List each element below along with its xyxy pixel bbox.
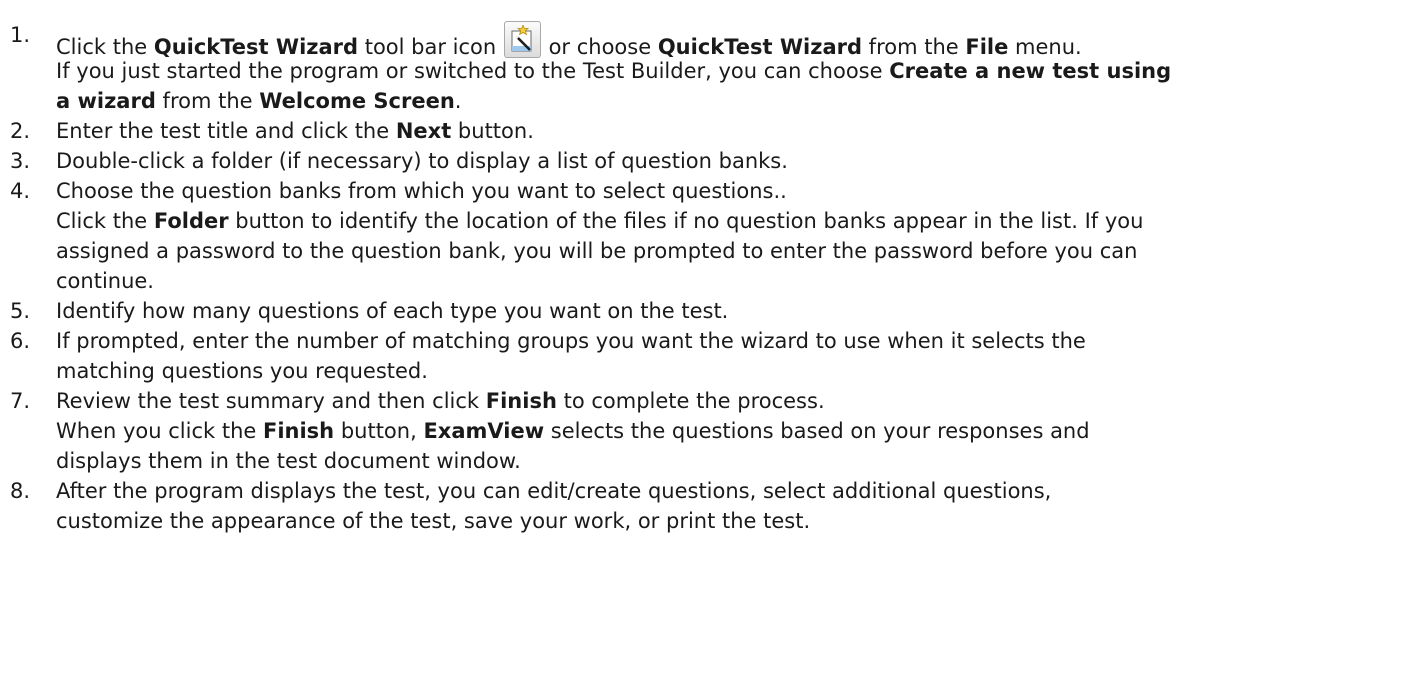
step-4-line-3: assigned a password to the question bank… (56, 239, 1138, 263)
quicktest-wizard-icon (503, 21, 541, 58)
step-1-line-3: a wizard from the Welcome Screen. (56, 89, 462, 113)
step-8-line-1: After the program displays the test, you… (56, 479, 1052, 503)
step-2-number: 2. (10, 119, 31, 143)
step-1-number: 1. (10, 23, 31, 47)
step-7-line-3: displays them in the test document windo… (56, 449, 521, 473)
step-4-line-4: continue. (56, 269, 154, 293)
step-2-line-1: Enter the test title and click the Next … (56, 119, 534, 143)
step-4-line-1: Choose the question banks from which you… (56, 179, 787, 203)
step-3-line-1: Double-click a folder (if necessary) to … (56, 149, 788, 173)
step-7-number: 7. (10, 389, 31, 413)
step-1-line-1: Click the QuickTest Wizard tool bar icon… (56, 21, 1082, 61)
step-4-line-2: Click the Folder button to identify the … (56, 209, 1144, 233)
instructions-document: 1. Click the QuickTest Wizard tool bar i… (0, 0, 1415, 696)
step-7-line-1: Review the test summary and then click F… (56, 389, 825, 413)
step-6-line-1: If prompted, enter the number of matchin… (56, 329, 1086, 353)
step-6-number: 6. (10, 329, 31, 353)
step-1-line-2: If you just started the program or switc… (56, 59, 1172, 83)
step-8-line-2: customize the appearance of the test, sa… (56, 509, 811, 533)
step-7-line-2: When you click the Finish button, ExamVi… (56, 419, 1090, 443)
step-4-number: 4. (10, 179, 31, 203)
step-8-number: 8. (10, 479, 31, 503)
step-6-line-2: matching questions you requested. (56, 359, 428, 383)
step-3-number: 3. (10, 149, 31, 173)
step-5-number: 5. (10, 299, 31, 323)
step-5-line-1: Identify how many questions of each type… (56, 299, 729, 323)
